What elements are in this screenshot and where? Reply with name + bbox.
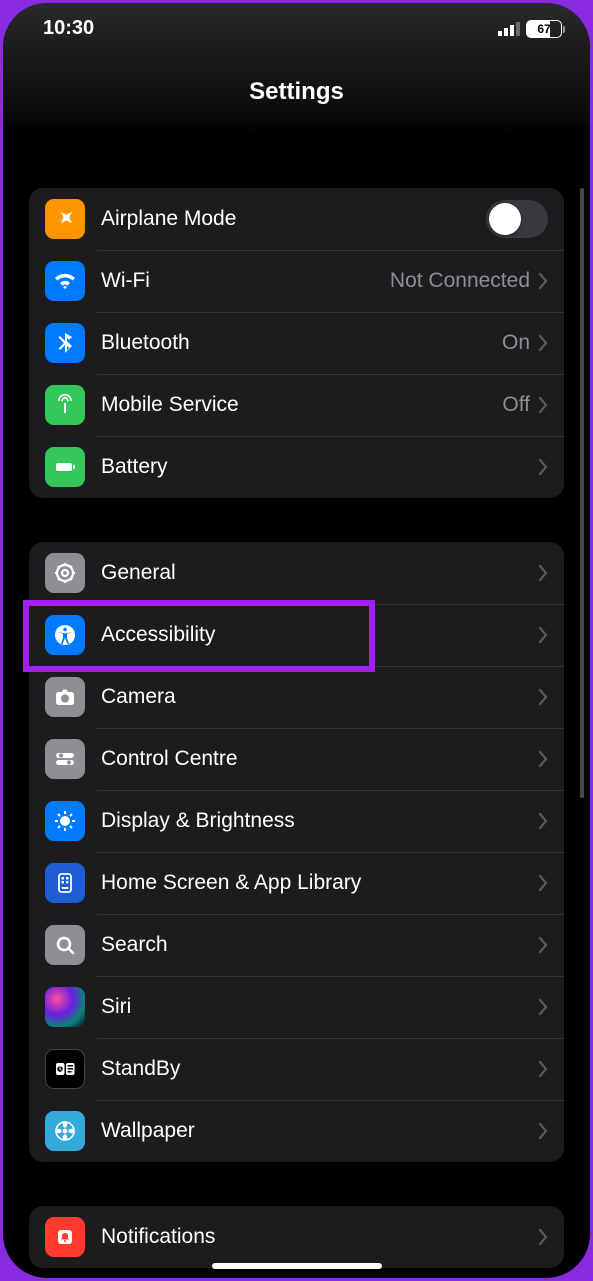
row-value: Not Connected	[390, 269, 530, 293]
row-notifications[interactable]: Notifications	[29, 1206, 564, 1268]
row-label: Wi-Fi	[101, 269, 390, 293]
row-label: Battery	[101, 455, 538, 479]
status-time: 10:30	[43, 17, 94, 40]
row-mobile[interactable]: Mobile ServiceOff	[29, 374, 564, 436]
chevron-right-icon	[538, 751, 548, 767]
row-label: Accessibility	[101, 623, 538, 647]
chevron-right-icon	[538, 565, 548, 581]
display-icon	[45, 801, 85, 841]
row-label: Control Centre	[101, 747, 538, 771]
camera-icon	[45, 677, 85, 717]
row-wallpaper[interactable]: Wallpaper	[29, 1100, 564, 1162]
bluetooth-icon	[45, 323, 85, 363]
settings-group: General Accessibility Camera Control Centre…	[29, 542, 564, 1162]
row-battery[interactable]: Battery	[29, 436, 564, 498]
row-general[interactable]: General	[29, 542, 564, 604]
wallpaper-icon	[45, 1111, 85, 1151]
row-label: Wallpaper	[101, 1119, 538, 1143]
chevron-right-icon	[538, 627, 548, 643]
chevron-right-icon	[538, 1061, 548, 1077]
row-display[interactable]: Display & Brightness	[29, 790, 564, 852]
chevron-right-icon	[538, 397, 548, 413]
chevron-right-icon	[538, 273, 548, 289]
home-indicator[interactable]	[212, 1263, 382, 1269]
control-centre-icon	[45, 739, 85, 779]
chevron-right-icon	[538, 459, 548, 475]
row-label: Notifications	[101, 1225, 538, 1249]
chevron-right-icon	[538, 1229, 548, 1245]
row-bluetooth[interactable]: BluetoothOn	[29, 312, 564, 374]
chevron-right-icon	[538, 1123, 548, 1139]
chevron-right-icon	[538, 875, 548, 891]
airplane-icon	[45, 199, 85, 239]
row-label: Siri	[101, 995, 538, 1019]
cellular-signal-icon	[498, 22, 520, 36]
row-label: General	[101, 561, 538, 585]
settings-scroll[interactable]: Airplane ModeWi-FiNot ConnectedBluetooth…	[3, 138, 590, 1278]
row-value: Off	[502, 393, 530, 417]
row-label: Home Screen & App Library	[101, 871, 538, 895]
row-wifi[interactable]: Wi-FiNot Connected	[29, 250, 564, 312]
device-frame: 10:30 67 Settings Airplane Mode Wi-FiNot …	[3, 3, 590, 1278]
scrollbar[interactable]	[580, 188, 584, 798]
mobile-icon	[45, 385, 85, 425]
page-title: Settings	[3, 48, 590, 134]
row-label: Camera	[101, 685, 538, 709]
chevron-right-icon	[538, 689, 548, 705]
accessibility-icon	[45, 615, 85, 655]
airplane-toggle[interactable]	[486, 200, 548, 238]
standby-icon	[45, 1049, 85, 1089]
row-label: Mobile Service	[101, 393, 502, 417]
row-camera[interactable]: Camera	[29, 666, 564, 728]
settings-group: Airplane ModeWi-FiNot ConnectedBluetooth…	[29, 188, 564, 498]
row-search[interactable]: Search	[29, 914, 564, 976]
chevron-right-icon	[538, 937, 548, 953]
notifications-icon	[45, 1217, 85, 1257]
chevron-right-icon	[538, 813, 548, 829]
search-icon	[45, 925, 85, 965]
row-home-screen[interactable]: Home Screen & App Library	[29, 852, 564, 914]
wifi-icon	[45, 261, 85, 301]
row-value: On	[502, 331, 530, 355]
row-label: Search	[101, 933, 538, 957]
battery-icon	[45, 447, 85, 487]
row-label: Bluetooth	[101, 331, 502, 355]
status-bar: 10:30 67	[3, 3, 590, 48]
chevron-right-icon	[538, 999, 548, 1015]
siri-icon	[45, 987, 85, 1027]
row-standby[interactable]: StandBy	[29, 1038, 564, 1100]
row-label: Display & Brightness	[101, 809, 538, 833]
row-label: Airplane Mode	[101, 207, 486, 231]
row-label: StandBy	[101, 1057, 538, 1081]
general-icon	[45, 553, 85, 593]
row-siri[interactable]: Siri	[29, 976, 564, 1038]
status-right: 67	[498, 20, 562, 38]
row-accessibility[interactable]: Accessibility	[29, 604, 564, 666]
chevron-right-icon	[538, 335, 548, 351]
row-airplane[interactable]: Airplane Mode	[29, 188, 564, 250]
settings-group: Notifications	[29, 1206, 564, 1268]
home-screen-icon	[45, 863, 85, 903]
row-control-centre[interactable]: Control Centre	[29, 728, 564, 790]
battery-icon: 67	[526, 20, 562, 38]
